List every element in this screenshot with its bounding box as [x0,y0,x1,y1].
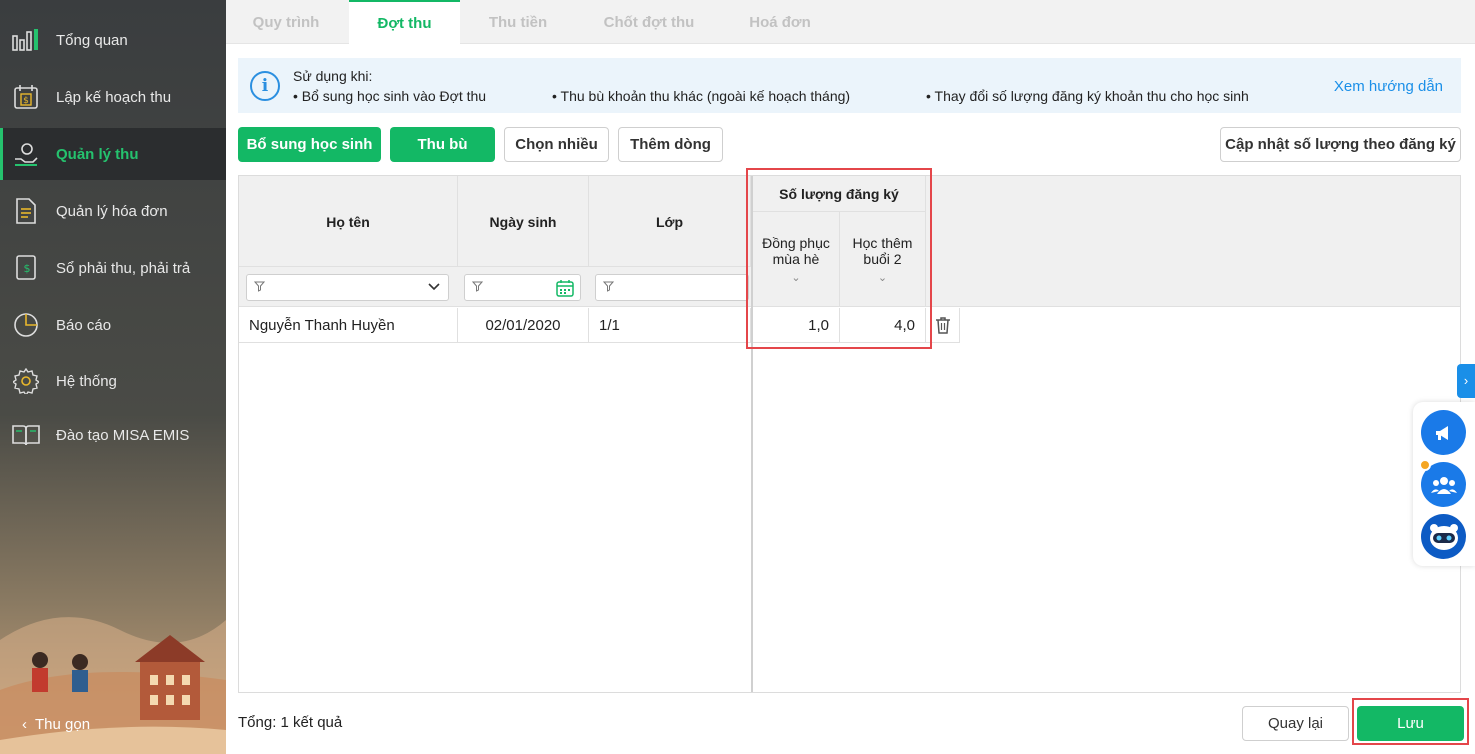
info-bullet: • Thu bù khoản thu khác (ngoài kế hoạch … [552,88,851,104]
tab-process[interactable]: Quy trình [226,0,346,44]
add-row-button[interactable]: Thêm dòng [618,127,723,162]
cell-class[interactable]: 1/1 [589,308,751,343]
calendar-icon [556,280,574,297]
bar-chart-icon [12,26,40,54]
name-filter-select[interactable] [246,274,449,301]
megaphone-icon [1435,425,1448,440]
trash-icon [935,317,950,334]
book-icon [12,421,40,449]
document-icon [12,197,40,225]
sidebar-item-label: Báo cáo [56,316,112,334]
dob-filter-date[interactable] [464,274,581,301]
sidebar-item-report[interactable]: Báo cáo [0,299,226,351]
sidebar-item-label: Sổ phải thu, phải trả [56,259,191,277]
ledger-icon: $ [12,254,40,282]
sidebar-item-ledger[interactable]: $ Sổ phải thu, phải trả [0,242,226,294]
tab-invoice[interactable]: Hoá đơn [724,0,836,44]
gear-icon [12,367,40,395]
chevron-down-icon [428,283,440,291]
svg-text:$: $ [24,262,31,275]
tab-collect-money[interactable]: Thu tiền [462,0,574,44]
robot-icon [1429,523,1458,550]
collapse-sidebar-button[interactable]: ‹ Thu gọn [22,716,90,733]
column-header-dob: Ngày sinh [458,176,589,267]
users-icon [1430,476,1457,494]
tab-bar: Quy trình Đợt thu Thu tiền Chốt đợt thu … [226,0,1475,44]
sidebar-item-invoice[interactable]: Quản lý hóa đơn [0,185,226,237]
filter-icon [472,281,483,292]
sidebar-item-system[interactable]: Hệ thống [0,355,226,407]
expand-panel-button[interactable]: › [1457,364,1475,398]
info-bullet: • Thay đổi số lượng đăng ký khoản thu ch… [926,88,1249,104]
update-quantity-button[interactable]: Cập nhật số lượng theo đăng ký [1220,127,1461,162]
calendar-money-icon: $ [12,83,40,111]
info-heading: Sử dụng khi: [293,68,373,84]
view-guide-link[interactable]: Xem hướng dẫn [1334,78,1443,95]
svg-text:$: $ [23,96,29,106]
sidebar-item-revenue[interactable]: Quản lý thu [0,128,226,180]
highlight-quantity-columns [746,168,932,349]
sidebar-item-training[interactable]: Đào tạo MISA EMIS [0,409,226,461]
column-header-class: Lớp [589,176,751,267]
sidebar-item-label: Quản lý thu [56,145,139,163]
sidebar-item-overview[interactable]: Tổng quan [0,14,226,66]
tab-collection-period[interactable]: Đợt thu [349,0,460,44]
sidebar-item-label: Hệ thống [56,372,117,390]
cell-name[interactable]: Nguyễn Thanh Huyền [239,308,458,343]
sidebar-item-label: Lập kế hoạch thu [56,88,172,106]
chevron-left-icon: ‹ [22,716,27,733]
info-icon: i [250,71,280,101]
assistant-bot-button[interactable] [1421,514,1466,559]
filter-icon [603,281,614,292]
filter-icon [254,281,265,292]
sidebar-item-label: Quản lý hóa đơn [56,202,168,220]
announcement-button[interactable] [1421,410,1466,455]
save-button[interactable]: Lưu [1357,706,1464,741]
add-student-button[interactable]: Bổ sung học sinh [238,127,381,162]
tab-close-period[interactable]: Chốt đợt thu [576,0,722,44]
pie-chart-icon [12,311,40,339]
cell-dob[interactable]: 02/01/2020 [458,308,589,343]
sidebar-item-label: Đào tạo MISA EMIS [56,426,190,444]
info-bullet: • Bổ sung học sinh vào Đợt thu [293,88,487,104]
floating-tools-panel [1413,402,1475,566]
makeup-collection-button[interactable]: Thu bù [390,127,495,162]
back-button[interactable]: Quay lại [1242,706,1349,741]
result-count: Tổng: 1 kết quả [238,714,343,731]
select-many-button[interactable]: Chọn nhiều [504,127,609,162]
sidebar-item-label: Tổng quan [56,31,128,49]
sidebar: Tổng quan $ Lập kế hoạch thu Quản lý thu… [0,0,226,754]
header-filler [926,176,1460,307]
hand-coin-icon [12,140,40,168]
column-header-name: Họ tên [239,176,458,267]
notification-dot [1419,459,1431,471]
class-filter-input[interactable] [595,274,749,301]
usage-info-box: i Sử dụng khi: • Bổ sung học sinh vào Đợ… [238,58,1461,113]
sidebar-item-plan[interactable]: $ Lập kế hoạch thu [0,71,226,123]
